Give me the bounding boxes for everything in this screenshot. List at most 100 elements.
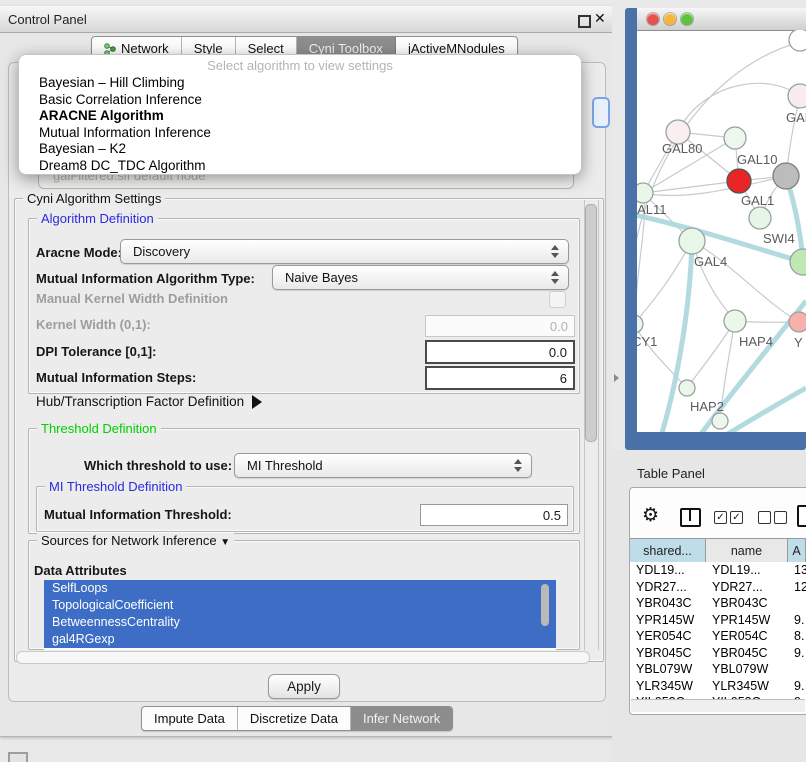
- network-node-label: GAL10: [737, 152, 777, 167]
- table-column-header[interactable]: A: [788, 539, 806, 563]
- table-cell: YBR045C: [706, 645, 788, 662]
- unchecked-checkbox-icon[interactable]: [774, 511, 787, 524]
- document-icon[interactable]: [797, 505, 806, 527]
- checked-checkbox-icon[interactable]: ✓: [730, 511, 743, 524]
- bottom-tabbar: Impute Data Discretize DataInfer Network: [141, 706, 453, 731]
- network-node-label: GAL80: [662, 141, 702, 156]
- table-row[interactable]: YBL079WYBL079W: [630, 661, 806, 678]
- bottom-tab-infer-network[interactable]: Infer Network: [351, 707, 452, 730]
- algorithm-option-bayesian-k2[interactable]: Bayesian – K2: [39, 141, 571, 158]
- data-attribute-item[interactable]: SelfLoops: [44, 580, 556, 597]
- splitter-handle-icon[interactable]: [614, 374, 619, 382]
- threshold-definition-title: Threshold Definition: [37, 421, 161, 436]
- network-node-HAP2[interactable]: [679, 380, 695, 396]
- table-body: YDL19...YDL19...13YDR27...YDR27...12YBR0…: [630, 562, 806, 699]
- table-row[interactable]: YLR345WYLR345W9.: [630, 678, 806, 695]
- unchecked-checkbox-icon[interactable]: [758, 511, 771, 524]
- zoom-traffic-light[interactable]: [681, 13, 693, 25]
- data-attribute-item[interactable]: TopologicalCoefficient: [44, 597, 556, 614]
- network-node-label: GAL4: [694, 254, 727, 269]
- network-node-GCY1[interactable]: [637, 315, 643, 333]
- table-cell: YDR27...: [630, 579, 706, 596]
- table-column-header[interactable]: name: [706, 539, 788, 563]
- close-traffic-light[interactable]: [647, 13, 659, 25]
- bottom-tab-impute-data[interactable]: Impute Data: [142, 707, 238, 730]
- network-edge: [637, 241, 692, 324]
- aracne-mode-value: Discovery: [133, 244, 190, 259]
- network-node-gal-cut[interactable]: [788, 84, 806, 108]
- table-cell: YLR345W: [630, 678, 706, 695]
- column-layout-icon[interactable]: [680, 508, 701, 527]
- network-node-GAL4[interactable]: [679, 228, 705, 254]
- algorithm-option-mutual-information-inference[interactable]: Mutual Information Inference: [39, 125, 571, 142]
- network-node-GAL11[interactable]: [637, 183, 653, 203]
- table-cell: YBL079W: [706, 661, 788, 678]
- settings-horizontal-scrollbar[interactable]: [16, 651, 590, 664]
- minimized-panel-icon[interactable]: [8, 752, 28, 762]
- panel-splitter[interactable]: [612, 6, 625, 450]
- network-node-bottom-partial[interactable]: [712, 413, 728, 429]
- screen: Control Panel ✕ NetworkStyleSelectCyni T…: [0, 0, 806, 762]
- algorithm-option-bayesian-hill-climbing[interactable]: Bayesian – Hill Climbing: [39, 75, 571, 92]
- settings-scrollbar-thumb[interactable]: [585, 204, 597, 442]
- network-node-gray-node[interactable]: [773, 163, 799, 189]
- table-cell: YDL19...: [706, 562, 788, 579]
- network-node-label: HAP4: [739, 334, 773, 349]
- mi-algorithm-type-select[interactable]: Naive Bayes: [272, 265, 569, 290]
- network-window-titlebar[interactable]: [637, 8, 806, 31]
- network-node-SWI4[interactable]: [749, 207, 771, 229]
- table-column-header[interactable]: shared...: [630, 539, 706, 563]
- table-row[interactable]: YBR043CYBR043C: [630, 595, 806, 612]
- mi-algorithm-type-label: Mutual Information Algorithm Type:: [36, 271, 255, 286]
- aracne-mode-select[interactable]: Discovery: [120, 239, 569, 264]
- network-node-label: GCY1: [637, 334, 657, 349]
- table-row[interactable]: YER054CYER054C8.: [630, 628, 806, 645]
- data-attributes-list[interactable]: SelfLoopsTopologicalCoefficientBetweenne…: [44, 580, 556, 650]
- table-settings-gear-icon[interactable]: ⚙: [642, 504, 659, 527]
- network-node-label: GAL1: [741, 193, 774, 208]
- algorithm-option-aracne-algorithm[interactable]: ARACNE Algorithm: [39, 108, 571, 125]
- list-scrollbar[interactable]: [541, 582, 551, 646]
- apply-button[interactable]: Apply: [268, 674, 340, 699]
- close-panel-icon[interactable]: ✕: [594, 10, 606, 27]
- table-row[interactable]: YDL19...YDL19...13: [630, 562, 806, 579]
- network-node-salmon-node[interactable]: [789, 312, 806, 332]
- network-node-HAP4[interactable]: [724, 310, 746, 332]
- sources-group-title[interactable]: Sources for Network Inference ▼: [37, 533, 234, 548]
- network-node-GAL10[interactable]: [724, 127, 746, 149]
- which-threshold-select[interactable]: MI Threshold: [234, 453, 532, 478]
- minimize-traffic-light[interactable]: [664, 13, 676, 25]
- data-attribute-item[interactable]: gal4RGexp: [44, 631, 556, 648]
- mi-steps-field[interactable]: 6: [425, 366, 575, 390]
- control-panel-titlebar[interactable]: [0, 6, 612, 33]
- stepper-arrows-icon: [551, 244, 560, 259]
- network-node-big-green[interactable]: [790, 249, 806, 275]
- bottom-tab-discretize-data[interactable]: Discretize Data: [238, 707, 351, 730]
- checked-checkbox-icon[interactable]: ✓: [714, 511, 727, 524]
- network-node-top-partial[interactable]: [789, 30, 806, 51]
- table-row[interactable]: YPR145WYPR145W9.: [630, 612, 806, 629]
- mi-threshold-field[interactable]: 0.5: [420, 504, 568, 526]
- manual-kernel-width-checkbox[interactable]: [549, 291, 566, 308]
- table-cell: YER054C: [630, 628, 706, 645]
- network-node-label: SWI4: [763, 231, 795, 246]
- algorithm-dropdown-popup: Select algorithm to view settings Bayesi…: [18, 54, 582, 175]
- network-node-GAL1[interactable]: [727, 169, 751, 193]
- hub-definition-expander[interactable]: Hub/Transcription Factor Definition: [36, 394, 262, 409]
- collapse-arrow-icon: ▼: [220, 537, 230, 548]
- dpi-tolerance-field[interactable]: 0.0: [425, 340, 575, 364]
- data-attribute-item[interactable]: BetweennessCentrality: [44, 614, 556, 631]
- table-row[interactable]: YDR27...YDR27...12: [630, 579, 806, 596]
- manual-kernel-width-label: Manual Kernel Width Definition: [36, 291, 228, 306]
- expand-arrow-icon: [252, 395, 262, 409]
- table-cell: YDR27...: [706, 579, 788, 596]
- mi-threshold-definition-title: MI Threshold Definition: [45, 479, 186, 494]
- restore-window-icon[interactable]: [578, 15, 591, 28]
- algorithm-option-basic-correlation-inference[interactable]: Basic Correlation Inference: [39, 92, 571, 109]
- kernel-width-field[interactable]: 0.0: [425, 315, 575, 337]
- bottom-tab-label: Impute Data: [154, 711, 225, 726]
- algorithm-option-dream8-dc-tdc-algorithm[interactable]: Dream8 DC_TDC Algorithm: [39, 158, 571, 175]
- network-canvas[interactable]: GALGAL80GAL10GAL1GAL11SWI4GAL4GCY1HAP4YH…: [637, 30, 806, 432]
- table-row[interactable]: YBR045CYBR045C9.: [630, 645, 806, 662]
- table-horizontal-scrollbar[interactable]: [631, 699, 805, 712]
